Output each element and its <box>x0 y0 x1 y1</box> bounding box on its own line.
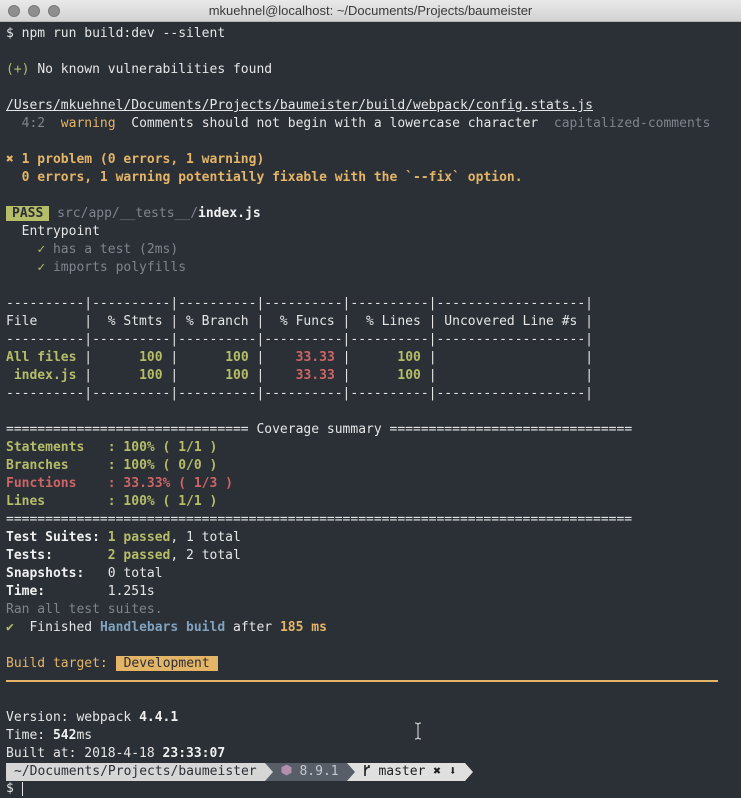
summary-row: Branches : 100% ( 0/0 ) <box>6 458 218 473</box>
results-snapshots: Snapshots: 0 total <box>6 566 163 581</box>
summary-row: Statements : 100% ( 1/1 ) <box>6 440 218 455</box>
test-suite-name: Entrypoint <box>21 224 100 239</box>
summary-row: Lines : 100% ( 1/1 ) <box>6 494 218 509</box>
error-x-icon: ✖ <box>6 152 14 167</box>
behind-arrow-icon: ⬇ <box>448 764 457 779</box>
fixable-note: 0 errors, 1 warning potentially fixable … <box>21 170 523 185</box>
coverage-summary-title: =============================== Coverage… <box>6 422 633 437</box>
results-tests: Tests: 2 passed, 2 total <box>6 548 241 563</box>
pass-badge: PASS <box>6 206 50 221</box>
coverage-separator: ----------|----------|----------|-------… <box>6 386 593 401</box>
window-titlebar[interactable]: mkuehnel@localhost: ~/Documents/Projects… <box>0 0 741 22</box>
input-prompt[interactable]: $ <box>6 780 14 798</box>
coverage-row: All files | 100 | 100 | 33.33 | 100 | | <box>6 350 594 365</box>
section-divider <box>6 680 718 682</box>
command-line: $ npm run build:dev --silent <box>6 25 736 43</box>
segment-arrow-icon <box>264 763 273 781</box>
text-cursor-icon <box>414 722 422 740</box>
prompt-bar: ~/Documents/Projects/baumeister 8.9.1 ma… <box>6 763 473 781</box>
prompt-symbol: $ <box>6 26 14 41</box>
test-case: ✓ has a test (2ms) <box>37 242 179 257</box>
problem-summary: ✖ 1 problem (0 errors, 1 warning) <box>6 152 265 167</box>
command-text: npm run build:dev --silent <box>21 26 226 41</box>
checkmark-icon: ✔ <box>6 620 14 635</box>
coverage-row: index.js | 100 | 100 | 33.33 | 100 | | <box>6 368 594 383</box>
summary-row: Functions : 33.33% ( 1/3 ) <box>6 476 233 491</box>
results-suites: Test Suites: 1 passed, 1 total <box>6 530 241 545</box>
webpack-time: Time: 542ms <box>6 728 93 743</box>
node-hexagon-icon <box>281 764 292 776</box>
finished-line: ✔ Finished Handlebars build after 185 ms <box>6 620 327 635</box>
segment-arrow-icon <box>346 763 355 781</box>
prompt-git-status: master ✖ ⬇ <box>354 763 465 781</box>
terminal-cursor <box>22 782 23 796</box>
check-icon: ✓ <box>37 260 46 275</box>
prompt-node-version: 8.9.1 <box>272 763 347 781</box>
coverage-header: File | % Stmts | % Branch | % Funcs | % … <box>6 314 593 329</box>
webpack-built-at: Built at: 2018-4-18 23:33:07 <box>6 746 226 761</box>
coverage-separator: ----------|----------|----------|-------… <box>6 296 593 311</box>
audit-line: (+) No known vulnerabilities found <box>6 62 273 77</box>
coverage-summary-rule: ========================================… <box>6 512 633 527</box>
prompt-path: ~/Documents/Projects/baumeister <box>6 763 265 781</box>
webpack-version: Version: webpack 4.4.1 <box>6 710 179 725</box>
lint-warning-line: 4:2 warning Comments should not begin wi… <box>21 116 711 131</box>
ran-all-note: Ran all test suites. <box>6 602 163 617</box>
coverage-separator: ----------|----------|----------|-------… <box>6 332 593 347</box>
build-target-line: Build target: Development <box>6 655 736 673</box>
results-time: Time: 1.251s <box>6 584 155 599</box>
test-file-result: PASS src/app/__tests__/index.js <box>6 205 736 223</box>
terminal-output[interactable]: $ npm run build:dev --silent (+) No know… <box>6 25 736 763</box>
build-target-badge: Development <box>115 656 218 671</box>
git-branch-icon <box>363 765 370 776</box>
window-title: mkuehnel@localhost: ~/Documents/Projects… <box>208 3 533 18</box>
segment-arrow-icon <box>464 763 473 781</box>
lint-file[interactable]: /Users/mkuehnel/Documents/Projects/baume… <box>6 97 736 115</box>
dirty-icon: ✖ <box>433 764 442 779</box>
test-case: ✓ imports polyfills <box>37 260 187 275</box>
check-icon: ✓ <box>37 242 46 257</box>
